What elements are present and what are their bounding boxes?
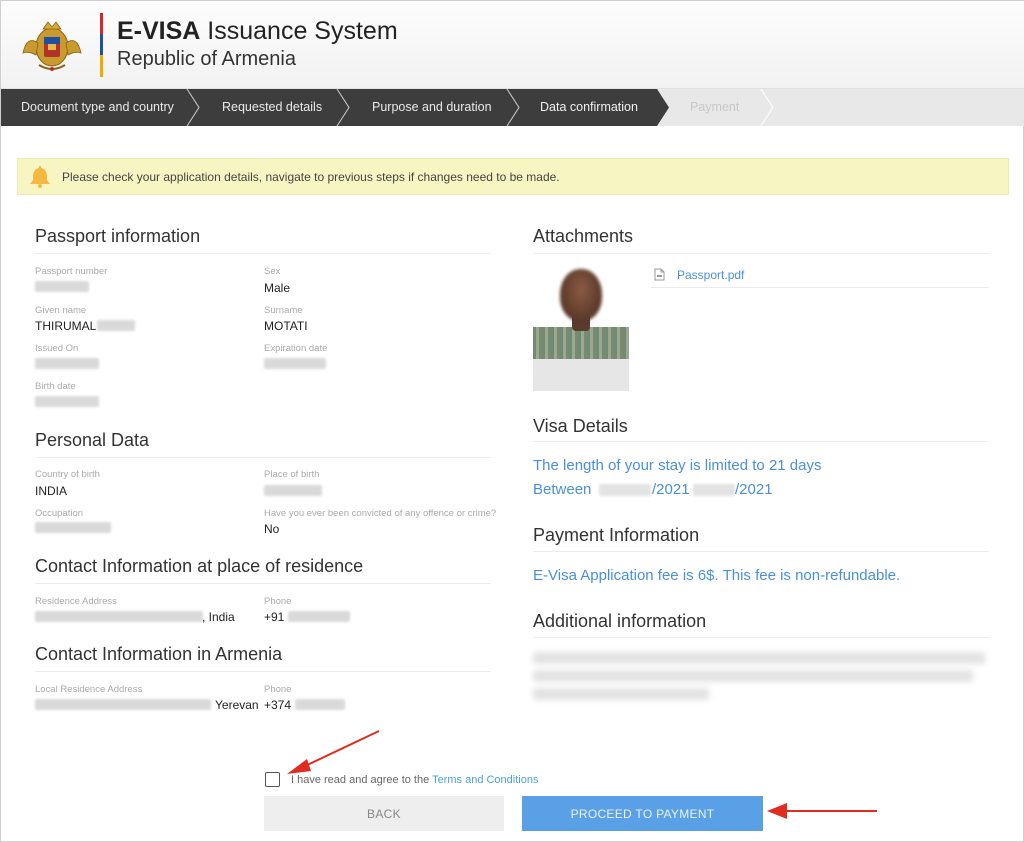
occupation-label: Occupation xyxy=(35,508,84,519)
section-divider xyxy=(533,253,989,254)
application-frame: E-VISA Issuance System Republic of Armen… xyxy=(0,0,1024,842)
given-name-value: THIRUMAL xyxy=(35,319,97,333)
local-address-redacted xyxy=(35,699,211,710)
section-divider xyxy=(35,253,491,254)
end-date-year: /2021 xyxy=(735,481,773,498)
date-separator: /2021 - xyxy=(652,481,699,498)
given-name-redacted xyxy=(97,320,135,331)
pdf-file-icon xyxy=(654,268,665,281)
personal-section-title: Personal Data xyxy=(35,430,150,450)
annotation-arrow-proceed-icon xyxy=(767,803,877,819)
country-of-birth-value: INDIA xyxy=(35,484,68,498)
contact-residence-title: Contact Information at place of residenc… xyxy=(35,556,364,576)
given-name-label: Given name xyxy=(35,305,87,316)
section-divider xyxy=(35,457,491,458)
surname-value: MOTATI xyxy=(264,319,308,333)
step-payment: Payment xyxy=(690,100,740,114)
step-purpose-duration[interactable]: Purpose and duration xyxy=(372,89,492,126)
end-date-redacted xyxy=(693,484,735,496)
birth-date-redacted xyxy=(35,396,99,407)
local-address-label: Local Residence Address xyxy=(35,684,143,695)
residence-phone-redacted xyxy=(288,611,350,622)
residence-phone-label: Phone xyxy=(264,596,292,607)
step-data-confirmation[interactable]: Data confirmation xyxy=(540,89,638,126)
local-address-city: Yerevan xyxy=(215,698,259,712)
flag-divider xyxy=(100,13,103,77)
site-subtitle: Republic of Armenia xyxy=(117,48,296,70)
birth-date-label: Birth date xyxy=(35,381,76,392)
notice-text: Please check your application details, n… xyxy=(62,170,560,184)
proceed-to-payment-button[interactable]: PROCEED TO PAYMENT xyxy=(522,796,763,831)
occupation-redacted xyxy=(35,522,111,533)
armenia-coat-of-arms-icon xyxy=(22,21,82,71)
issued-on-label: Issued On xyxy=(35,343,79,354)
between-label: Between xyxy=(533,481,592,498)
step-document-type[interactable]: Document type and country xyxy=(21,89,174,126)
passport-number-label: Passport number xyxy=(35,266,108,277)
residence-address-redacted xyxy=(35,611,203,622)
visa-details-title: Visa Details xyxy=(533,416,628,436)
residence-address-country: , India xyxy=(202,610,235,624)
expiration-date-redacted xyxy=(264,358,326,369)
attachments-title: Attachments xyxy=(533,226,634,246)
additional-info-title: Additional information xyxy=(533,611,707,631)
annotation-arrow-checkbox-icon xyxy=(287,730,380,774)
progress-steps: Document type and country Requested deta… xyxy=(1,89,1024,126)
sex-label: Sex xyxy=(264,266,281,277)
passport-number-redacted xyxy=(35,281,89,292)
terms-link[interactable]: Terms and Conditions xyxy=(432,774,538,786)
local-phone-label: Phone xyxy=(264,684,292,695)
info-notice: Please check your application details, n… xyxy=(17,158,1009,195)
stay-limit-text: The length of your stay is limited to 21… xyxy=(533,457,822,474)
country-of-birth-label: Country of birth xyxy=(35,469,100,480)
passport-section-title: Passport information xyxy=(35,226,201,246)
site-title: E-VISA Issuance System xyxy=(117,17,398,45)
payment-info-title: Payment Information xyxy=(533,525,700,545)
passport-pdf-link[interactable]: Passport.pdf xyxy=(677,268,744,282)
section-divider xyxy=(35,583,491,584)
additional-info-redacted-line1 xyxy=(533,652,985,664)
back-button[interactable]: BACK xyxy=(264,796,504,831)
sex-value: Male xyxy=(264,281,291,295)
additional-info-redacted-line3 xyxy=(533,688,709,700)
place-of-birth-redacted xyxy=(264,485,322,496)
issued-on-redacted xyxy=(35,358,99,369)
section-divider xyxy=(533,441,989,442)
applicant-photo xyxy=(533,263,629,391)
surname-label: Surname xyxy=(264,305,303,316)
step-requested-details[interactable]: Requested details xyxy=(222,89,322,126)
convicted-label: Have you ever been convicted of any offe… xyxy=(264,508,497,519)
contact-armenia-title: Contact Information in Armenia xyxy=(35,644,283,664)
place-of-birth-label: Place of birth xyxy=(264,469,320,480)
residence-phone-prefix: +91 xyxy=(264,610,285,624)
attachment-divider xyxy=(651,287,989,288)
bell-icon xyxy=(30,166,50,188)
fee-text: E-Visa Application fee is 6$. This fee i… xyxy=(533,567,901,584)
residence-address-label: Residence Address xyxy=(35,596,117,607)
local-phone-prefix: +374 xyxy=(264,698,292,712)
section-divider xyxy=(533,637,989,638)
terms-checkbox[interactable] xyxy=(265,772,280,787)
convicted-value: No xyxy=(264,522,280,536)
site-header: E-VISA Issuance System Republic of Armen… xyxy=(1,1,1024,89)
start-date-redacted xyxy=(599,484,651,496)
section-divider xyxy=(35,671,491,672)
section-divider xyxy=(533,551,989,552)
additional-info-redacted-line2 xyxy=(533,670,973,682)
expiration-date-label: Expiration date xyxy=(264,343,328,354)
local-phone-redacted xyxy=(295,699,345,710)
